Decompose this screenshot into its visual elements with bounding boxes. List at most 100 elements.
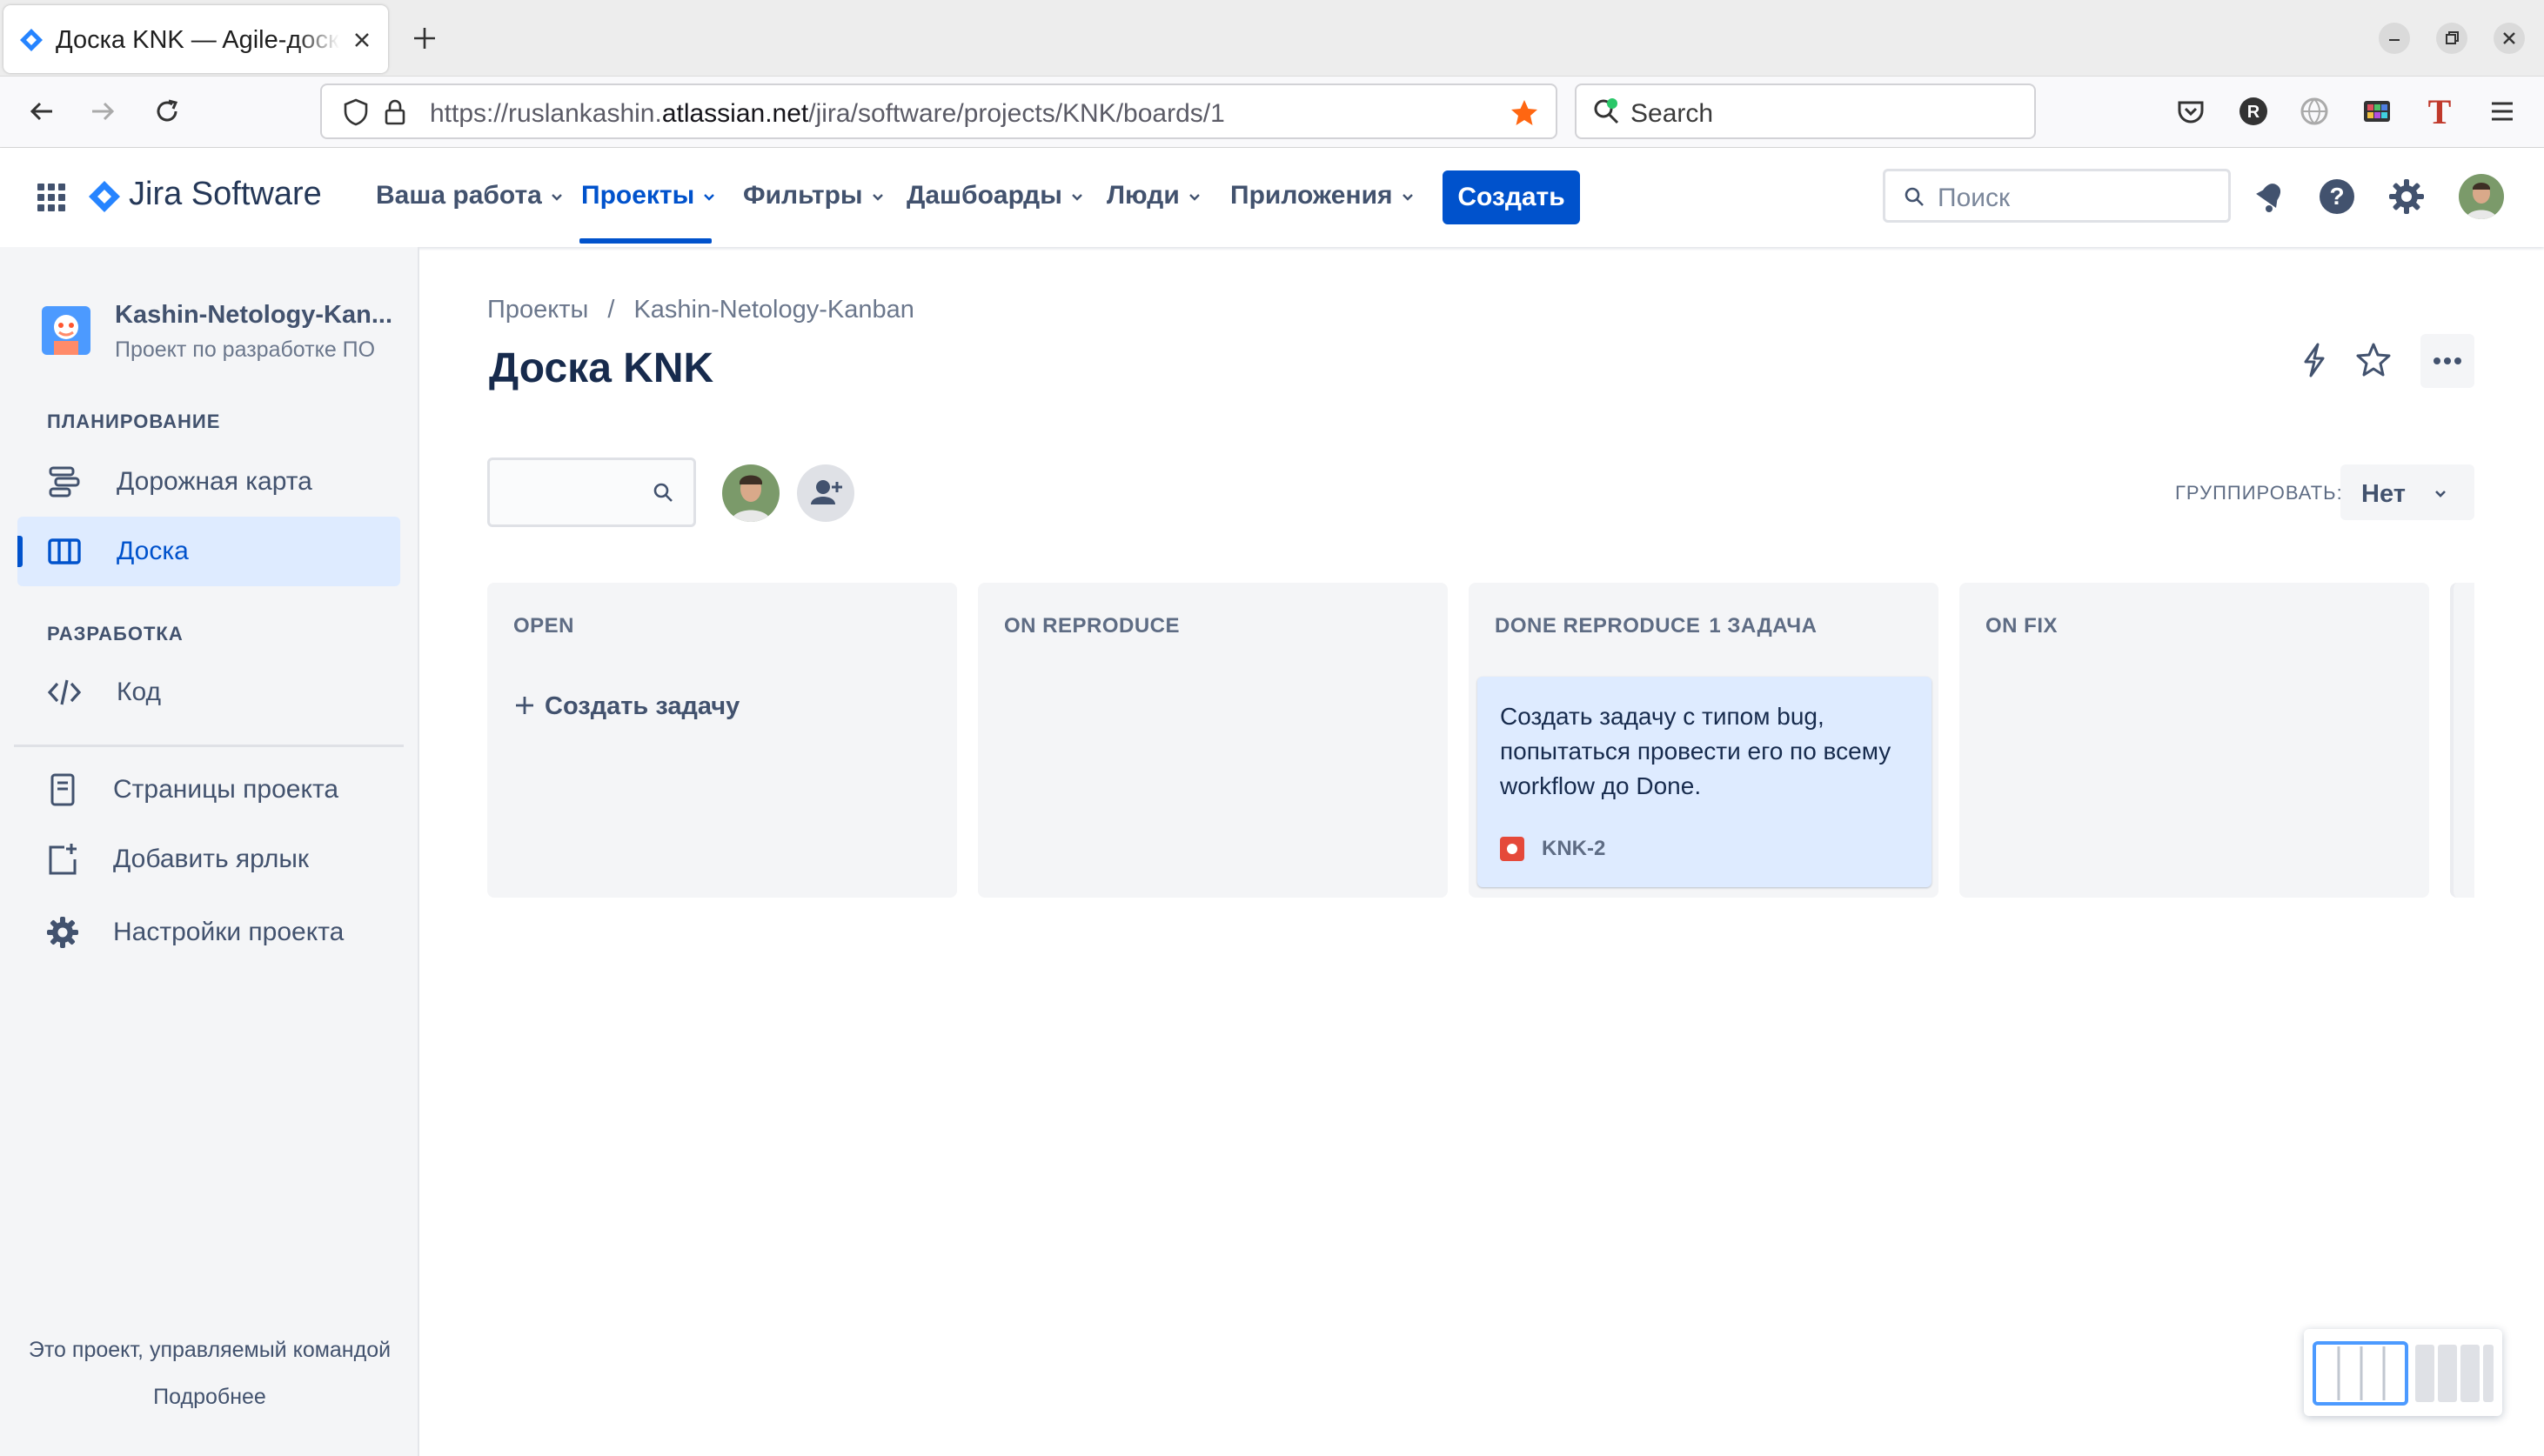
sidebar-item-add-shortcut[interactable]: Добавить ярлык (17, 825, 400, 894)
board-search-input[interactable] (487, 458, 696, 527)
app-switcher-icon[interactable] (37, 183, 66, 212)
user-avatar-icon (722, 464, 780, 522)
jira-search-placeholder: Поиск (1938, 184, 2011, 212)
project-name[interactable]: Kashin-Netology-Kan... (115, 301, 392, 330)
url-text[interactable]: https://ruslankashin.atlassian.net/jira/… (430, 99, 1225, 129)
browser-search-box[interactable]: Search (1575, 83, 2036, 139)
forward-icon[interactable] (85, 94, 120, 129)
more-icon (2434, 357, 2461, 364)
gear-icon (47, 917, 78, 948)
notifications-icon[interactable] (2250, 177, 2288, 216)
board-column-on-reproduce: ON REPRODUCE (978, 583, 1448, 898)
sidebar-item-label: Добавить ярлык (113, 845, 310, 873)
assignee-filter-avatar[interactable] (722, 464, 780, 522)
user-avatar-icon (2459, 174, 2504, 219)
close-tab-icon[interactable] (350, 28, 374, 52)
search-icon (1905, 187, 1924, 206)
address-bar[interactable]: https://ruslankashin.atlassian.net/jira/… (320, 83, 1557, 139)
product-name[interactable]: Jira Software (129, 176, 322, 213)
sidebar-item-label: Код (117, 678, 162, 706)
user-avatar[interactable] (2459, 174, 2504, 219)
chevron-down-icon (704, 194, 715, 201)
chevron-down-icon (872, 194, 883, 201)
jira-logo-icon[interactable] (87, 179, 122, 214)
settings-gear-icon[interactable] (2387, 177, 2426, 216)
plus-icon (516, 697, 533, 714)
issue-key[interactable]: KNK-2 (1542, 837, 1605, 861)
jira-favicon-icon (20, 29, 43, 51)
help-icon[interactable]: ? (2318, 177, 2356, 216)
breadcrumb-projects[interactable]: Проекты (487, 296, 588, 324)
chevron-down-icon (2435, 491, 2446, 498)
group-by-label: ГРУППИРОВАТЬ: (2175, 482, 2343, 504)
column-title: OPEN (513, 614, 575, 638)
browser-toolbar: https://ruslankashin.atlassian.net/jira/… (0, 77, 2544, 148)
board-column-open: OPEN Создать задачу (487, 583, 957, 898)
sidebar-item-label: Страницы проекта (113, 775, 339, 804)
star-icon[interactable] (2354, 341, 2393, 379)
new-tab-icon[interactable] (409, 23, 440, 54)
sidebar-item-project-pages[interactable]: Страницы проекта (17, 755, 400, 825)
sidebar-item-roadmap[interactable]: Дорожная карта (17, 447, 400, 517)
issue-summary: Создать задачу с типом bug, попытаться п… (1500, 703, 1891, 799)
lock-icon[interactable] (381, 97, 409, 127)
pocket-icon[interactable] (2173, 94, 2208, 129)
sidebar-item-label: Настройки проекта (113, 918, 345, 946)
bookmark-star-icon[interactable] (1509, 97, 1540, 129)
project-avatar-icon (42, 306, 90, 355)
group-by-select[interactable]: Нет (2340, 464, 2474, 520)
project-avatar[interactable] (42, 306, 90, 355)
sidebar-item-project-settings[interactable]: Настройки проекта (17, 898, 400, 967)
color-extension-icon[interactable] (2360, 94, 2394, 129)
menu-people[interactable]: Люди (1107, 181, 1202, 210)
svg-text:T: T (2428, 94, 2452, 129)
back-icon[interactable] (24, 94, 59, 129)
menu-your-work[interactable]: Ваша работа (376, 181, 565, 210)
sidebar-item-board[interactable]: Доска (17, 517, 400, 586)
search-icon (1594, 98, 1619, 124)
restore-window-button[interactable] (2436, 23, 2467, 54)
menu-projects[interactable]: Проекты (581, 181, 717, 210)
jira-search-input[interactable]: Поиск (1883, 169, 2231, 223)
globe-icon[interactable] (2297, 94, 2332, 129)
menu-apps[interactable]: Приложения (1230, 181, 1416, 210)
browser-search-placeholder: Search (1630, 99, 1714, 128)
extension-r-icon[interactable]: R (2236, 94, 2271, 129)
issue-card[interactable]: Создать задачу с типом bug, попытаться п… (1477, 677, 1931, 887)
team-managed-note: Это проект, управляемый командой (28, 1338, 392, 1362)
development-section-header: РАЗРАБОТКА (47, 623, 184, 645)
browser-menu-icon[interactable] (2485, 94, 2520, 129)
column-issue-count: 1 ЗАДАЧА (1709, 614, 1818, 638)
reload-icon[interactable] (150, 94, 184, 129)
chevron-down-icon (552, 194, 562, 201)
board-column-done-reproduce: DONE REPRODUCE 1 ЗАДАЧА Создать задачу с … (1469, 583, 1938, 898)
add-people-button[interactable] (797, 464, 854, 522)
browser-tab[interactable]: Доска KNK — Agile-доска (3, 5, 388, 73)
sidebar-item-label: Доска (117, 537, 189, 565)
chevron-down-icon (1402, 194, 1413, 201)
minimize-window-button[interactable] (2379, 23, 2410, 54)
board-column-on-fix: ON FIX (1959, 583, 2429, 898)
breadcrumb-project[interactable]: Kashin-Netology-Kanban (633, 296, 914, 324)
sidebar-item-code[interactable]: Код (17, 658, 400, 727)
shield-icon[interactable] (341, 97, 371, 127)
minimap-columns-icon (2313, 1341, 2494, 1406)
svg-text:?: ? (2329, 183, 2344, 210)
automation-lightning-icon[interactable] (2295, 341, 2333, 379)
active-menu-indicator (579, 238, 712, 244)
project-sidebar: Kashin-Netology-Kan... Проект по разрабо… (0, 247, 419, 1456)
menu-filters[interactable]: Фильтры (743, 181, 886, 210)
svg-text:R: R (2247, 103, 2260, 122)
translate-t-icon[interactable]: T (2422, 94, 2457, 129)
more-actions-button[interactable] (2420, 334, 2474, 388)
learn-more-link[interactable]: Подробнее (0, 1385, 419, 1410)
menu-dashboards[interactable]: Дашбоарды (907, 181, 1085, 210)
create-button[interactable]: Создать (1443, 170, 1580, 224)
board-minimap[interactable] (2304, 1329, 2502, 1416)
breadcrumb: Проекты / Kashin-Netology-Kanban (487, 296, 914, 324)
close-window-button[interactable] (2494, 23, 2525, 54)
search-icon (653, 483, 673, 502)
browser-tab-bar: Доска KNK — Agile-доска (0, 0, 2544, 77)
column-title: ON REPRODUCE (1004, 614, 1181, 638)
create-task-button[interactable]: Создать задачу (513, 692, 740, 721)
